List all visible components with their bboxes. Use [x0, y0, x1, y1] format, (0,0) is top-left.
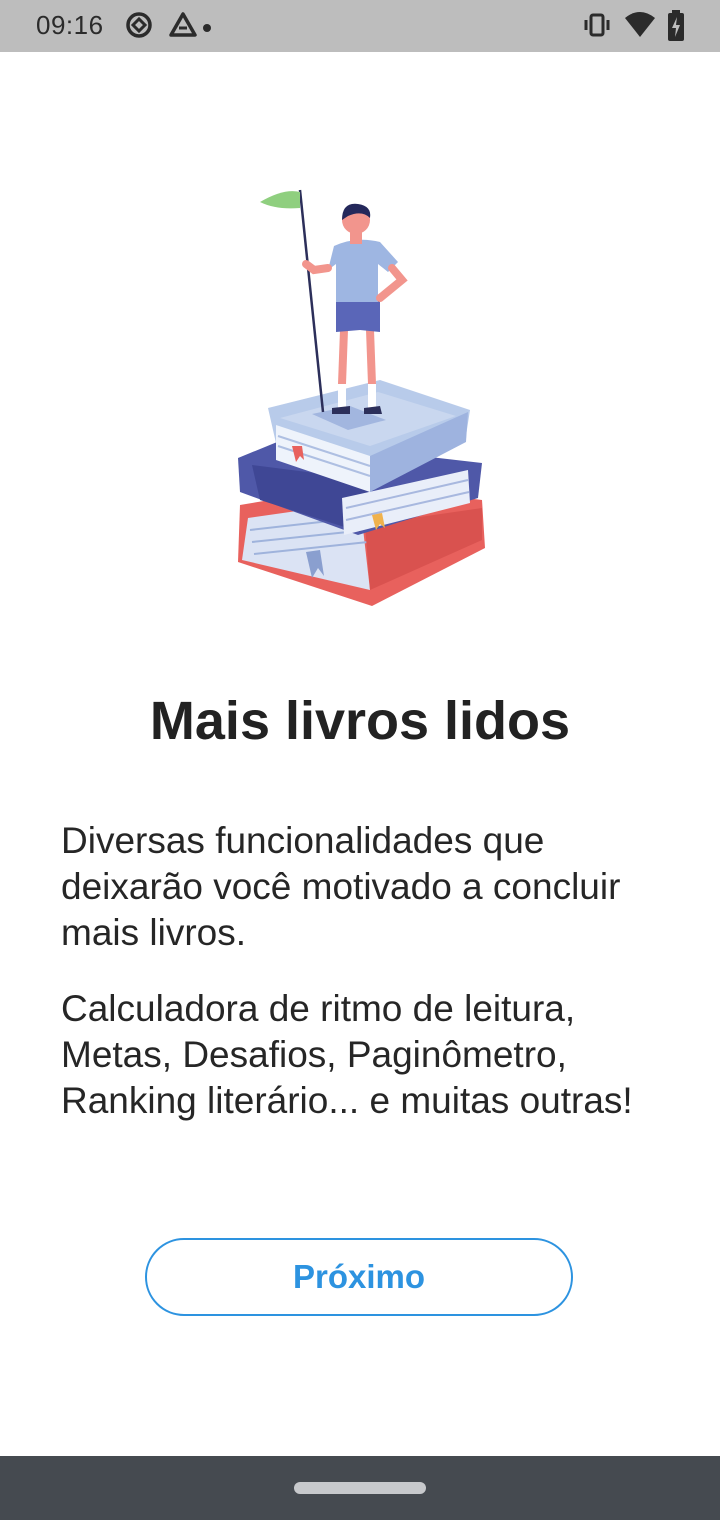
battery-charging-icon [666, 10, 686, 47]
wifi-icon [624, 10, 656, 45]
onboarding-description-1: Diversas funcionalidades que deixarão vo… [61, 820, 621, 953]
home-handle[interactable] [294, 1482, 426, 1494]
status-time: 09:16 [36, 10, 104, 40]
notification-dot-icon [202, 20, 212, 38]
next-button[interactable]: Próximo [145, 1238, 573, 1316]
onboarding-title: Mais livros lidos [149, 691, 571, 751]
onboarding-illustration [220, 180, 510, 620]
onboarding-description-2: Calculadora de ritmo de leitura, Metas, … [61, 988, 633, 1121]
status-bar: 09:16 [0, 0, 720, 52]
sync-icon [124, 10, 154, 45]
vibrate-icon [582, 10, 612, 45]
navigation-bar [0, 1456, 720, 1520]
drive-icon [168, 10, 198, 45]
